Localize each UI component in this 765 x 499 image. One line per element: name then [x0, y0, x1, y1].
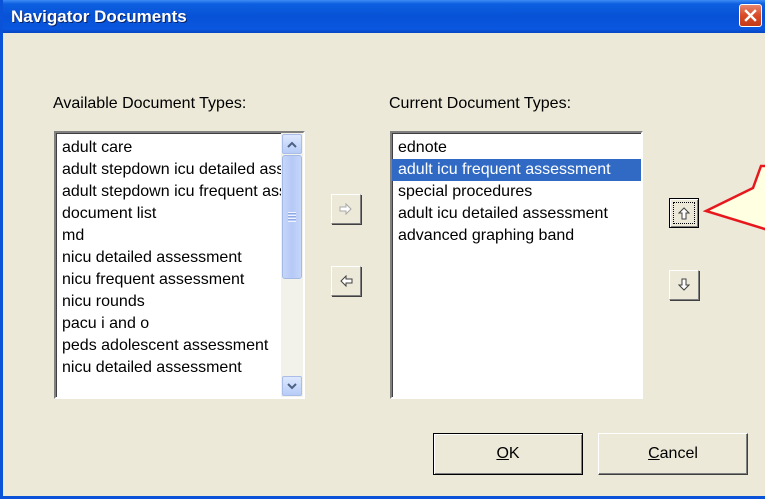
scroll-thumb[interactable]: [282, 155, 302, 279]
list-item[interactable]: special procedures: [392, 181, 641, 203]
grip-icon: [288, 212, 296, 222]
list-item[interactable]: adult stepdown icu detailed assessment: [56, 159, 283, 181]
cancel-label: ancel: [659, 445, 698, 462]
chevron-down-icon: [287, 382, 297, 389]
ok-label: K: [508, 445, 520, 462]
current-types-label: Current Document Types:: [389, 95, 572, 112]
list-item[interactable]: md: [56, 225, 283, 247]
list-item[interactable]: adult care: [56, 137, 283, 159]
add-document-button[interactable]: [331, 194, 361, 224]
arrow-up-icon: [678, 207, 690, 220]
ok-mnemonic: O: [496, 445, 509, 462]
scroll-down-button[interactable]: [282, 376, 302, 396]
list-item[interactable]: advanced graphing band: [392, 225, 641, 247]
title-bar[interactable]: Navigator Documents: [3, 0, 765, 33]
close-button[interactable]: [739, 4, 762, 27]
list-item[interactable]: nicu frequent assessment: [56, 269, 283, 291]
cancel-mnemonic: C: [648, 445, 660, 462]
available-types-listbox[interactable]: adult care adult stepdown icu detailed as…: [54, 131, 305, 399]
list-item[interactable]: adult icu frequent assessment: [392, 159, 641, 181]
available-types-list: adult care adult stepdown icu detailed as…: [56, 137, 283, 379]
current-types-listbox[interactable]: ednote adult icu frequent assessment speci…: [390, 131, 643, 399]
close-icon: [744, 9, 757, 22]
list-item[interactable]: nicu detailed assessment: [56, 247, 283, 269]
list-item[interactable]: document list: [56, 203, 283, 225]
list-item[interactable]: ednote: [392, 137, 641, 159]
available-scrollbar[interactable]: [281, 133, 303, 397]
list-item[interactable]: pacu i and o: [56, 313, 283, 335]
window-title: Navigator Documents: [11, 7, 187, 26]
arrow-right-icon: [339, 203, 352, 215]
current-types-list: ednote adult icu frequent assessment speci…: [392, 137, 641, 247]
remove-document-button[interactable]: [331, 266, 361, 296]
callout-annotation: [702, 164, 765, 231]
arrow-down-icon: [678, 278, 690, 291]
list-item[interactable]: peds adolescent assessment: [56, 335, 283, 357]
arrow-left-icon: [340, 275, 353, 287]
ok-button[interactable]: OK: [433, 433, 583, 475]
list-item[interactable]: adult icu detailed assessment: [392, 203, 641, 225]
cancel-button[interactable]: Cancel: [598, 433, 748, 475]
list-item[interactable]: adult stepdown icu frequent assessment: [56, 181, 283, 203]
available-types-label: Available Document Types:: [53, 95, 247, 112]
scroll-up-button[interactable]: [282, 134, 302, 154]
move-down-button[interactable]: [669, 270, 699, 300]
list-item[interactable]: nicu detailed assessment: [56, 357, 283, 379]
chevron-up-icon: [287, 141, 297, 148]
navigator-documents-dialog: Navigator Documents Available Document T…: [0, 0, 765, 499]
list-item[interactable]: nicu rounds: [56, 291, 283, 313]
